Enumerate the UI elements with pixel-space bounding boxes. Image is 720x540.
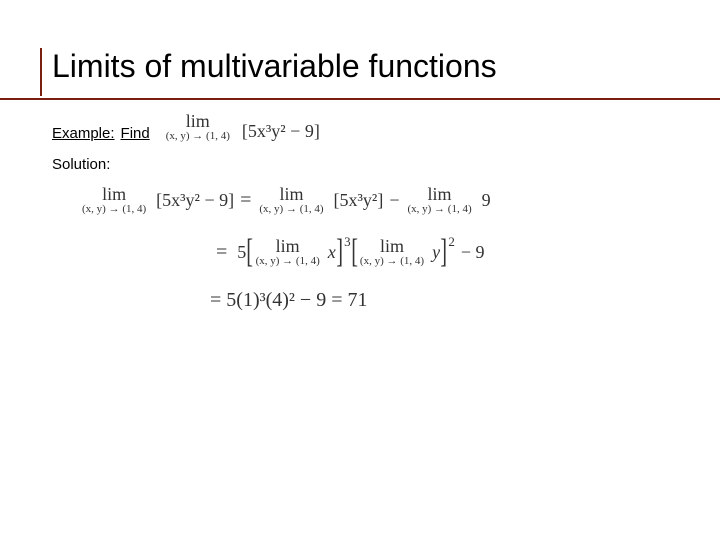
power-x: 3 [344,234,351,250]
step1-lhs: [5x³y² − 9] [156,190,234,211]
solution-row-1: lim (x, y) → (1, 4) [5x³y² − 9] = lim (x… [80,185,680,215]
solution-label: Solution: [52,156,110,173]
lim-word: lim [279,185,303,203]
lim-sub: (x, y) → (1, 4) [407,204,471,215]
bracket-y: [ lim (x, y) → (1, 4) y ] [351,235,448,269]
step1-rhs-b: 9 [482,190,491,211]
right-bracket-icon: ] [336,235,343,269]
example-label: Example: [52,125,115,142]
minus-sign: − [389,190,399,211]
bracket-x: [ lim (x, y) → (1, 4) x ] [246,235,343,269]
left-bracket-icon: [ [247,235,254,269]
lim-sub: (x, y) → (1, 4) [256,256,320,267]
lim-sub: (x, y) → (1, 4) [82,204,146,215]
body: Example: Find lim (x, y) → (1, 4) [5x³y²… [52,112,680,187]
lim-symbol: lim (x, y) → (1, 4) [166,112,230,142]
example-line: Example: Find lim (x, y) → (1, 4) [5x³y²… [52,112,680,142]
lim-sub: (x, y) → (1, 4) [259,204,323,215]
inner-y: y [432,242,440,263]
solution-area: lim (x, y) → (1, 4) [5x³y² − 9] = lim (x… [80,185,680,332]
equals-sign: = [216,241,227,264]
lim-word: lim [428,185,452,203]
lim-sub: (x, y) → (1, 4) [360,256,424,267]
lim-symbol: lim (x, y) → (1, 4) [360,237,424,267]
lim-symbol: lim (x, y) → (1, 4) [259,185,323,215]
step2-tail: − 9 [461,242,485,263]
lim-word: lim [380,237,404,255]
inner-x: x [328,242,336,263]
left-bracket-icon: [ [351,235,358,269]
lim-word: lim [186,112,210,130]
example-expr: [5x³y² − 9] [242,121,320,142]
solution-line: Solution: [52,156,680,173]
step3-text: = 5(1)³(4)² − 9 = 71 [210,289,367,312]
lim-symbol: lim (x, y) → (1, 4) [407,185,471,215]
lim-word: lim [102,185,126,203]
slide: Limits of multivariable functions Exampl… [0,0,720,540]
equals-sign: = [240,189,251,212]
lim-symbol: lim (x, y) → (1, 4) [256,237,320,267]
step1-rhs-a: [5x³y²] [334,190,384,211]
title-wrap: Limits of multivariable functions [40,48,690,91]
right-bracket-icon: ] [440,235,447,269]
title-horizontal-rule [0,98,720,100]
solution-row-2: = 5 [ lim (x, y) → (1, 4) x ] 3 [ lim (x… [80,235,680,269]
example-word: Find [121,125,150,142]
solution-row-3: = 5(1)³(4)² − 9 = 71 [80,289,680,312]
lim-symbol: lim (x, y) → (1, 4) [82,185,146,215]
power-y: 2 [448,234,455,250]
example-math: lim (x, y) → (1, 4) [5x³y² − 9] [164,112,320,142]
lim-word: lim [276,237,300,255]
lim-sub: (x, y) → (1, 4) [166,131,230,142]
page-title: Limits of multivariable functions [40,48,690,91]
step2-coef: 5 [237,242,246,263]
